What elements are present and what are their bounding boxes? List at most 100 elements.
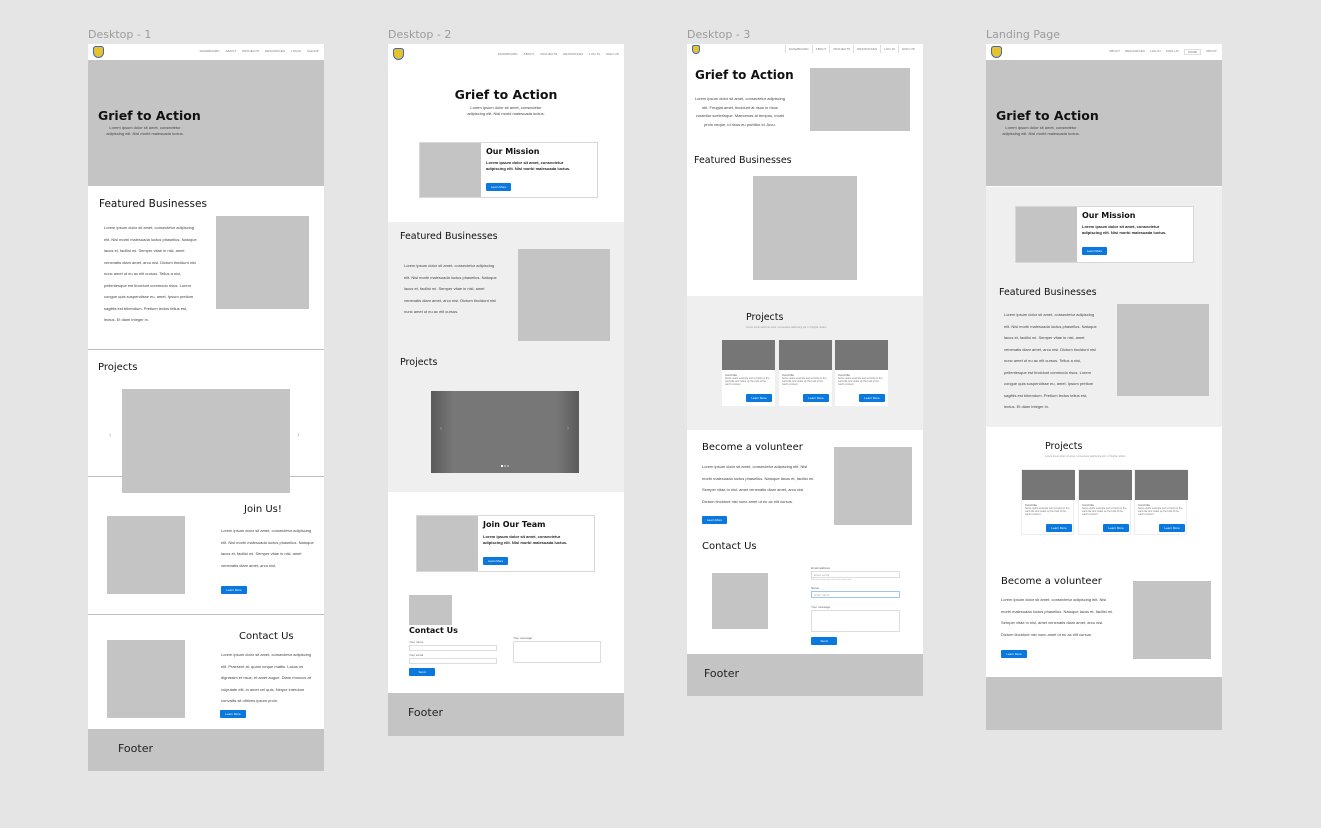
nav-link[interactable]: LOG IN — [589, 52, 600, 56]
message-label: Your message — [811, 605, 831, 609]
email-label: Your email — [409, 653, 424, 657]
project-card: Card title Some quick example text to bu… — [722, 340, 775, 406]
project-card: Card title Some quick example text to bu… — [1134, 469, 1188, 535]
nav-link[interactable]: ABOUT — [1109, 49, 1120, 55]
email-label: Email address — [811, 566, 831, 570]
mission-title: Our Mission — [486, 147, 540, 156]
project-card: Card title Some quick example text to bu… — [779, 340, 832, 406]
nav-link[interactable]: LOGIN — [291, 49, 301, 53]
join-learn-more-button[interactable]: Learn More — [221, 586, 247, 594]
project-card-image — [779, 340, 832, 370]
project-card-image — [722, 340, 775, 370]
nav-link[interactable]: PROJECTS — [829, 45, 853, 53]
nav-link[interactable]: RESOURCES — [265, 49, 285, 53]
mission-learn-more-button[interactable]: Learn More — [1082, 247, 1107, 255]
nav-links: DASHBOARD ABOUT PROJECTS RESOURCES LOG I… — [498, 52, 619, 56]
nav-link[interactable]: DASHBOARD — [200, 49, 220, 53]
navbar: DASHBOARD ABOUT PROJECTS RESOURCES LOG I… — [687, 44, 923, 55]
message-label: Your message — [513, 636, 533, 640]
hero-text: Lorem ipsum dolor sit amet, consectetur … — [1002, 125, 1080, 136]
email-input[interactable] — [409, 658, 497, 664]
frame-desktop-3: DASHBOARD ABOUT PROJECTS RESOURCES LOG I… — [687, 44, 923, 696]
email-input[interactable]: Enter email — [811, 571, 900, 578]
name-input[interactable] — [409, 645, 497, 651]
logo-icon[interactable] — [692, 45, 700, 54]
message-textarea[interactable] — [513, 641, 601, 663]
name-input[interactable]: Enter name — [811, 591, 900, 598]
hero-title: Grief to Action — [996, 108, 1099, 123]
volunteer-image — [1133, 581, 1211, 659]
nav-link-active[interactable]: HOME — [1183, 49, 1202, 55]
logo-icon[interactable] — [991, 46, 1002, 58]
nav-link[interactable]: SIGN UP — [606, 52, 619, 56]
nav-link[interactable]: SIGN UP — [1166, 49, 1179, 55]
nav-link[interactable]: ABOUT — [524, 52, 535, 56]
projects-title: Projects — [1045, 441, 1083, 452]
project-card-button[interactable]: Learn More — [859, 394, 885, 402]
carousel-next-icon[interactable]: › — [297, 430, 300, 439]
volunteer-image — [834, 447, 912, 525]
hero-title: Grief to Action — [695, 68, 794, 82]
contact-learn-more-button[interactable]: Learn More — [220, 710, 246, 718]
nav-links: ABOUT RESOURCES LOG IN SIGN UP HOME ABOU… — [1109, 49, 1217, 55]
team-learn-more-button[interactable]: Learn More — [483, 557, 508, 565]
volunteer-learn-more-button[interactable]: Learn More — [702, 516, 727, 524]
project-card: Card title Some quick example text to bu… — [835, 340, 888, 406]
featured-text: Lorem ipsum dolor sit amet, consectetur … — [104, 225, 197, 322]
navbar: ABOUT RESOURCES LOG IN SIGN UP HOME ABOU… — [986, 44, 1222, 60]
frame-desktop-2: DASHBOARD ABOUT PROJECTS RESOURCES LOG I… — [388, 44, 624, 736]
contact-image — [409, 595, 452, 625]
project-card-text: Some quick example text to build on the … — [838, 377, 883, 386]
logo-icon[interactable] — [93, 46, 104, 58]
nav-link[interactable]: DASHBOARD — [498, 52, 518, 56]
nav-link[interactable]: SIGNUP — [307, 49, 319, 53]
carousel-dot[interactable] — [507, 465, 509, 467]
nav-link[interactable]: ABOUT — [225, 49, 236, 53]
carousel-dot[interactable] — [504, 465, 506, 467]
nav-link[interactable]: RESOURCES — [1125, 49, 1145, 55]
send-button[interactable]: Send — [409, 668, 435, 676]
hero-title: Grief to Action — [98, 108, 201, 123]
join-image — [107, 516, 185, 594]
nav-link[interactable]: LOG IN — [1150, 49, 1161, 55]
mission-learn-more-button[interactable]: Learn More — [486, 183, 511, 191]
mission-image — [420, 143, 481, 197]
nav-link[interactable]: ABOUT — [811, 45, 830, 53]
projects-carousel-image — [122, 389, 290, 493]
project-card-button[interactable]: Learn More — [1159, 524, 1185, 532]
project-card: Card title Some quick example text to bu… — [1021, 469, 1075, 535]
hero-banner — [986, 60, 1222, 186]
send-button[interactable]: Send — [811, 637, 837, 645]
hero-banner — [88, 60, 324, 186]
logo-icon[interactable] — [393, 48, 404, 60]
navbar: DASHBOARD ABOUT PROJECTS RESOURCES LOG I… — [388, 44, 624, 64]
nav-link[interactable]: LOG IN — [880, 45, 898, 53]
project-card-button[interactable]: Learn More — [1046, 524, 1072, 532]
project-card-button[interactable]: Learn More — [1103, 524, 1129, 532]
projects-carousel[interactable] — [431, 391, 579, 473]
carousel-prev-icon[interactable]: ‹ — [109, 430, 112, 439]
volunteer-learn-more-button[interactable]: Learn More — [1001, 650, 1027, 658]
nav-link[interactable]: PROJECTS — [242, 49, 259, 53]
volunteer-text: Lorem ipsum dolor sit amet, consectetur … — [1001, 597, 1114, 637]
project-card-button[interactable]: Learn More — [803, 394, 829, 402]
project-card-text: Some quick example text to build on the … — [1025, 507, 1070, 516]
carousel-dot[interactable] — [501, 465, 503, 467]
nav-link[interactable]: DASHBOARD — [784, 45, 812, 53]
project-card-text: Some quick example text to build on the … — [782, 377, 827, 386]
message-textarea[interactable] — [811, 610, 900, 632]
project-card-text: Some quick example text to build on the … — [1138, 507, 1183, 516]
nav-link[interactable]: RESOURCES — [563, 52, 583, 56]
nav-link[interactable]: ABOUT — [1206, 49, 1217, 55]
name-label: Name — [811, 586, 820, 590]
nav-link[interactable]: SIGN UP — [897, 45, 918, 53]
carousel-next-icon[interactable]: › — [567, 426, 569, 432]
carousel-prev-icon[interactable]: ‹ — [440, 426, 442, 432]
join-title: Join Us! — [244, 504, 282, 515]
project-card-text: Some quick example text to build on the … — [725, 377, 770, 386]
contact-title: Contact Us — [409, 626, 458, 635]
mission-image — [1016, 207, 1077, 262]
nav-link[interactable]: PROJECTS — [540, 52, 557, 56]
project-card-button[interactable]: Learn More — [746, 394, 772, 402]
nav-link[interactable]: RESOURCES — [853, 45, 880, 53]
